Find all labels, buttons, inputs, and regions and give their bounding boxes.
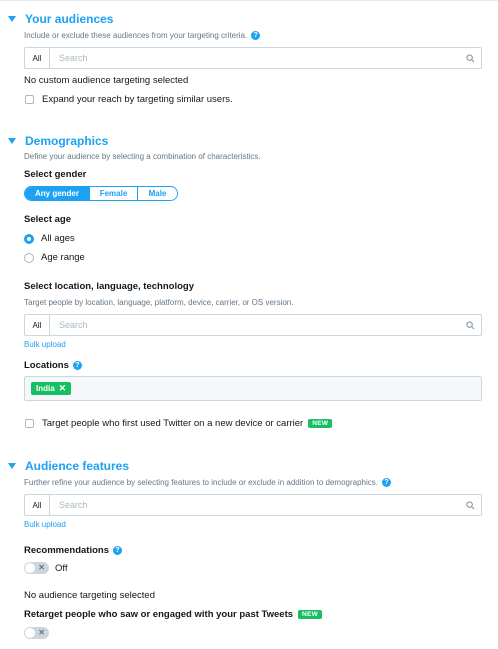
search-scope-all[interactable]: All: [25, 315, 50, 335]
new-badge: NEW: [308, 419, 333, 428]
no-custom-audience-text: No custom audience targeting selected: [24, 75, 189, 86]
section-title: Audience features: [25, 459, 130, 473]
age-range-label: Age range: [41, 252, 85, 263]
top-divider: [0, 0, 498, 1]
expand-reach-checkbox[interactable]: [25, 95, 34, 104]
demographics-description: Define your audience by selecting a comb…: [24, 152, 261, 161]
help-icon[interactable]: ?: [113, 546, 122, 555]
select-gender-label: Select gender: [24, 169, 87, 180]
recommendations-label: Recommendations ?: [24, 545, 122, 556]
section-demographics-header[interactable]: Demographics: [8, 134, 108, 148]
retarget-toggle[interactable]: ✕: [24, 627, 49, 639]
section-description: Include or exclude these audiences from …: [24, 31, 261, 40]
location-tag-label: India: [36, 384, 55, 393]
recommendations-toggle-row: ✕ Off: [24, 562, 68, 574]
gender-option-female[interactable]: Female: [90, 187, 138, 200]
expand-reach-option[interactable]: Expand your reach by targeting similar u…: [25, 94, 233, 105]
retarget-toggle-row: ✕: [24, 626, 49, 644]
location-tag: India ✕: [31, 382, 72, 395]
gender-option-male[interactable]: Male: [138, 187, 177, 200]
collapse-triangle-icon: [8, 463, 16, 469]
location-search-input[interactable]: [50, 315, 459, 335]
search-scope-all[interactable]: All: [25, 495, 50, 515]
section-title: Demographics: [25, 134, 109, 148]
features-search-box: All: [24, 494, 482, 516]
age-all-label: All ages: [41, 233, 75, 244]
gender-segmented-control: Any gender Female Male: [24, 186, 178, 201]
audience-features-description: Further refine your audience by selectin…: [24, 478, 391, 487]
toggle-x-icon: ✕: [38, 628, 45, 637]
audiences-search-box: All: [24, 47, 482, 69]
toggle-knob: [25, 628, 35, 638]
search-icon: [459, 53, 481, 63]
new-device-label: Target people who first used Twitter on …: [42, 418, 304, 429]
age-range-radio[interactable]: [24, 252, 34, 263]
collapse-triangle-icon: [8, 16, 16, 22]
recommendations-toggle[interactable]: ✕: [24, 562, 49, 574]
location-search-box: All: [24, 314, 482, 336]
description-text: Further refine your audience by selectin…: [24, 478, 378, 487]
toggle-knob: [25, 563, 35, 573]
help-icon[interactable]: ?: [251, 31, 261, 40]
help-icon[interactable]: ?: [381, 478, 391, 487]
select-location-label: Select location, language, technology: [24, 281, 194, 292]
remove-tag-icon[interactable]: ✕: [59, 383, 67, 394]
search-scope-all[interactable]: All: [25, 48, 50, 68]
toggle-x-icon: ✕: [38, 563, 45, 572]
new-device-checkbox[interactable]: [25, 419, 34, 428]
age-all-radio[interactable]: [24, 233, 34, 244]
expand-reach-label: Expand your reach by targeting similar u…: [42, 94, 233, 105]
section-title: Your audiences: [25, 12, 114, 26]
age-option-all[interactable]: All ages: [24, 233, 75, 244]
gender-option-any[interactable]: Any gender: [25, 187, 90, 200]
bulk-upload-link[interactable]: Bulk upload: [24, 340, 66, 349]
retarget-label-text: Retarget people who saw or engaged with …: [24, 609, 294, 620]
section-your-audiences-header[interactable]: Your audiences: [8, 12, 113, 26]
section-audience-features-header[interactable]: Audience features: [8, 459, 129, 473]
age-option-range[interactable]: Age range: [24, 252, 85, 263]
search-icon: [459, 500, 481, 510]
audiences-search-input[interactable]: [50, 48, 459, 68]
locations-label-text: Locations: [24, 360, 69, 371]
help-icon[interactable]: ?: [72, 361, 82, 370]
locations-tag-box[interactable]: India ✕: [24, 376, 482, 401]
description-text: Include or exclude these audiences from …: [24, 31, 248, 40]
recommendations-state: Off: [55, 562, 68, 574]
bulk-upload-link[interactable]: Bulk upload: [24, 520, 66, 529]
collapse-triangle-icon: [8, 138, 16, 144]
select-age-label: Select age: [24, 214, 71, 225]
locations-label: Locations ?: [24, 360, 82, 371]
no-audience-targeting-text: No audience targeting selected: [24, 590, 155, 601]
new-badge: NEW: [298, 610, 323, 619]
retarget-label: Retarget people who saw or engaged with …: [24, 609, 323, 620]
search-icon: [459, 320, 481, 330]
new-device-option[interactable]: Target people who first used Twitter on …: [25, 418, 333, 429]
features-search-input[interactable]: [50, 495, 459, 515]
location-description: Target people by location, language, pla…: [24, 298, 294, 307]
recommendations-label-text: Recommendations: [24, 545, 109, 556]
